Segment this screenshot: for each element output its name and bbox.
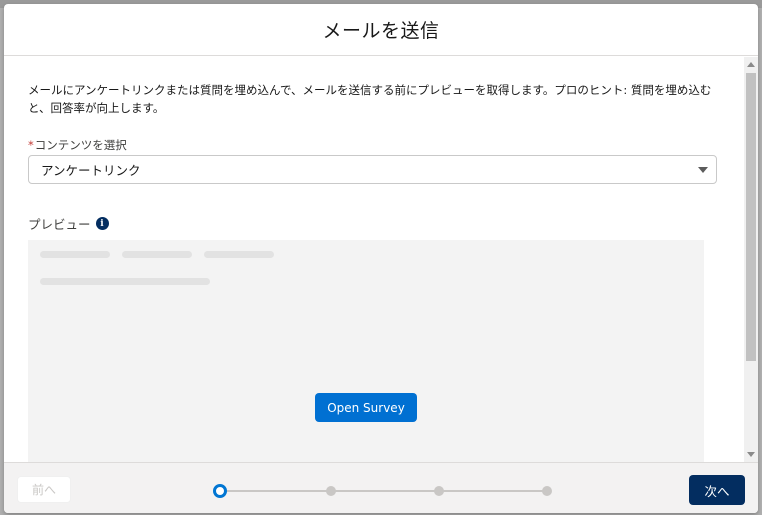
- content-select[interactable]: アンケートリンク: [28, 155, 717, 184]
- loading-placeholder: [40, 251, 110, 258]
- preview-label: プレビュー i: [28, 214, 109, 233]
- progress-step-1[interactable]: [213, 484, 227, 498]
- progress-step-4[interactable]: [542, 486, 552, 496]
- modal-body: メールにアンケートリンクまたは質問を埋め込んで、メールを送信する前にプレビューを…: [4, 57, 758, 462]
- modal-header: メールを送信: [4, 4, 758, 56]
- progress-step-3[interactable]: [434, 486, 444, 496]
- required-marker: *: [28, 138, 34, 152]
- previous-button[interactable]: 前へ: [17, 476, 71, 503]
- scroll-down-arrow-icon[interactable]: [747, 452, 755, 457]
- preview-area: Open Survey: [28, 240, 704, 462]
- info-icon[interactable]: i: [95, 217, 109, 230]
- loading-placeholder: [40, 278, 210, 285]
- content-select-label-text: コンテンツを選択: [34, 138, 127, 152]
- content-select-label: *コンテンツを選択: [28, 137, 127, 153]
- preview-label-text: プレビュー: [28, 217, 91, 232]
- modal-title: メールを送信: [322, 20, 440, 42]
- progress-indicator: [209, 481, 554, 501]
- progress-step-2[interactable]: [326, 486, 336, 496]
- modal-footer: 前へ 次へ: [4, 462, 758, 513]
- send-email-modal: メールを送信 メールにアンケートリンクまたは質問を埋め込んで、メールを送信する前…: [4, 4, 758, 513]
- chevron-down-icon: [698, 167, 708, 173]
- content-select-value: アンケートリンク: [41, 163, 141, 178]
- scroll-up-arrow-icon[interactable]: [747, 62, 755, 67]
- description-text: メールにアンケートリンクまたは質問を埋め込んで、メールを送信する前にプレビューを…: [28, 83, 712, 115]
- progress-track: [218, 490, 543, 492]
- loading-placeholder: [204, 251, 274, 258]
- open-survey-button[interactable]: Open Survey: [315, 393, 417, 422]
- loading-placeholder: [122, 251, 192, 258]
- modal-scrollbar[interactable]: [744, 57, 758, 462]
- scroll-thumb[interactable]: [746, 73, 756, 361]
- next-button[interactable]: 次へ: [689, 475, 745, 505]
